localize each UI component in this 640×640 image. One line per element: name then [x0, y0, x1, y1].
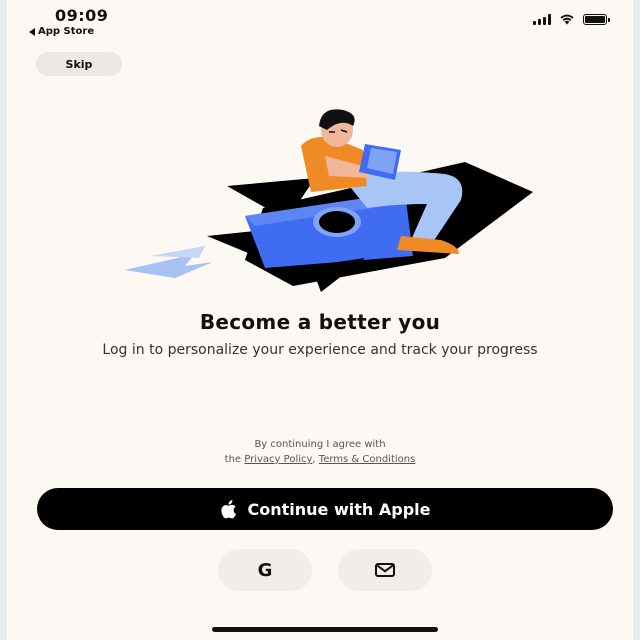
home-indicator[interactable]: [212, 627, 438, 632]
skip-button[interactable]: Skip: [36, 52, 122, 76]
legal-prefix: the: [224, 454, 245, 465]
privacy-policy-link[interactable]: Privacy Policy: [244, 454, 312, 465]
continue-with-apple-label: Continue with Apple: [247, 499, 431, 519]
page-title: Become a better you: [199, 310, 441, 334]
legal-line-1: By continuing I agree with: [254, 439, 386, 450]
continue-with-email-button[interactable]: [338, 549, 432, 591]
status-icons: [533, 13, 610, 25]
back-arrow-icon: [29, 27, 35, 36]
legal-notice: By continuing I agree with the Privacy P…: [7, 437, 633, 467]
battery-icon: [583, 13, 610, 25]
continue-with-google-button[interactable]: G: [218, 549, 312, 591]
google-icon: G: [257, 559, 273, 581]
wifi-icon: [560, 14, 574, 25]
status-time: 09:09: [55, 6, 109, 25]
rocket-rider-illustration: [125, 109, 533, 292]
apple-logo-icon: [220, 500, 236, 519]
terms-conditions-link[interactable]: Terms & Conditions: [319, 454, 416, 465]
back-to-app-store-link[interactable]: App Store: [29, 26, 94, 37]
login-screen: 09:09 App Store Skip Become a better you…: [7, 0, 633, 640]
continue-with-apple-button[interactable]: Continue with Apple: [37, 488, 613, 530]
cellular-signal-icon: [533, 13, 551, 25]
legal-line-2: the Privacy Policy, Terms & Conditions: [7, 452, 633, 467]
envelope-icon: [375, 563, 395, 577]
page-subtitle: Log in to personalize your experience an…: [102, 342, 538, 358]
back-link-label: App Store: [38, 26, 95, 37]
